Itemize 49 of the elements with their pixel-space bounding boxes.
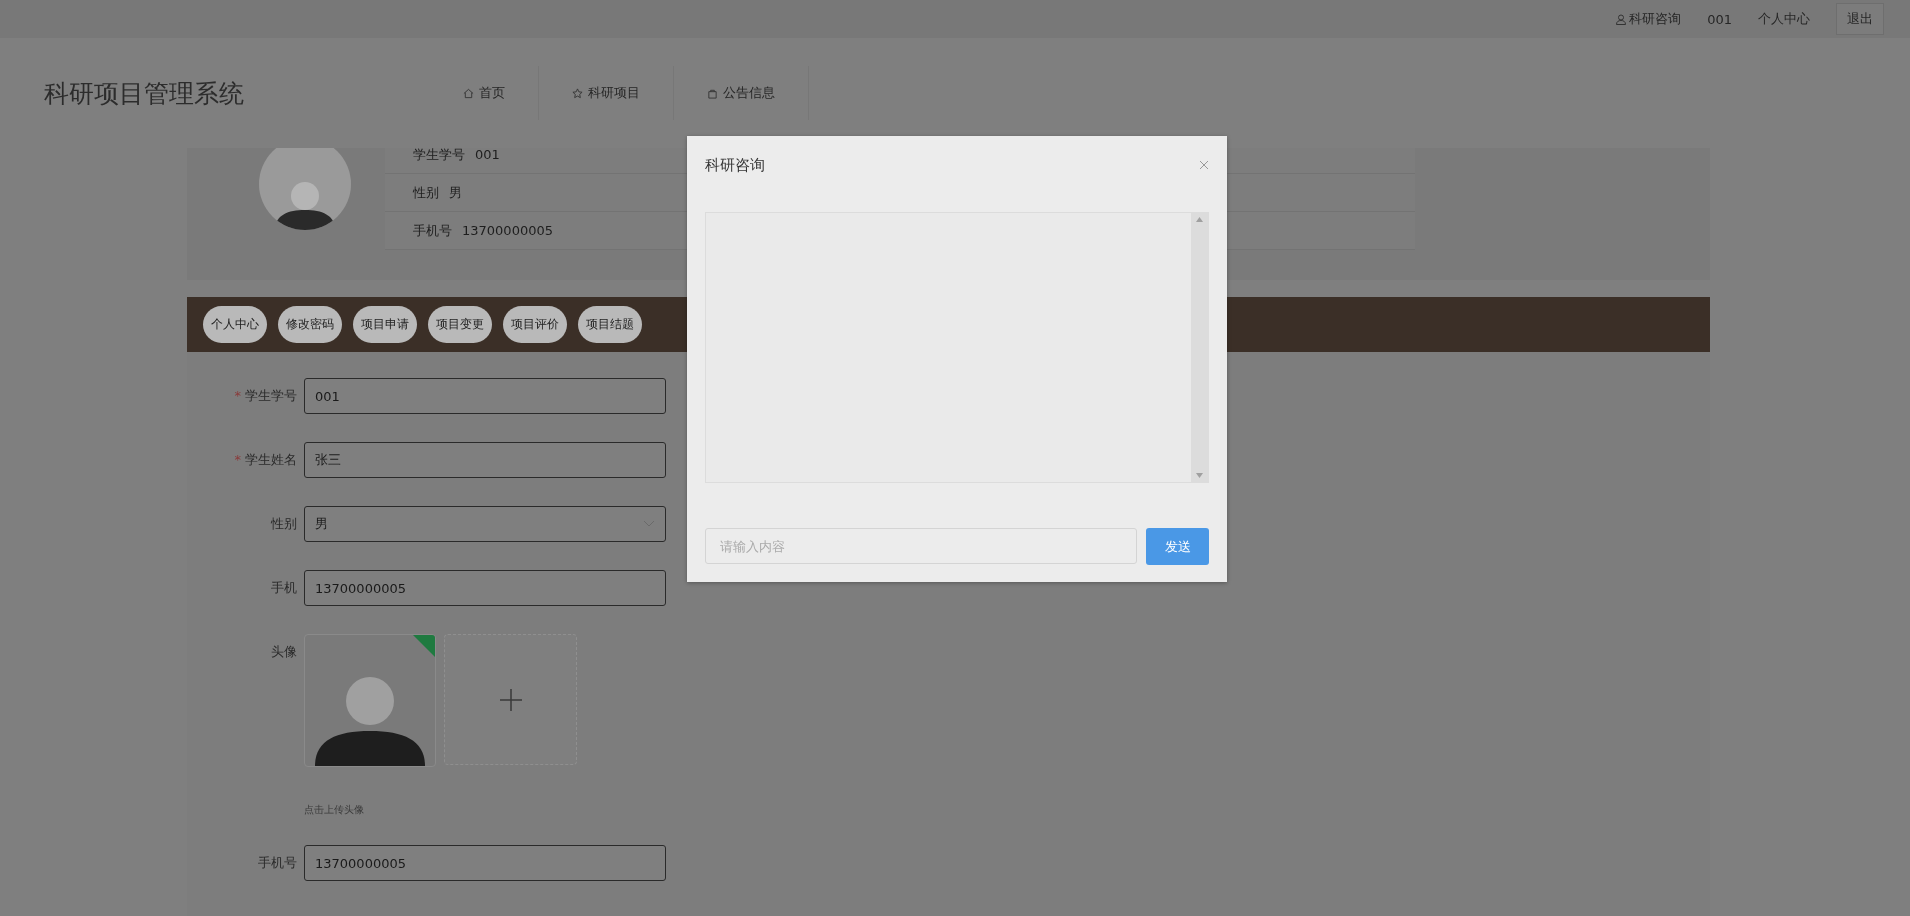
info-label: 性别 xyxy=(413,183,439,202)
tab[interactable]: 项目评价 xyxy=(503,306,567,343)
info-value: 13700000005 xyxy=(462,223,553,238)
nav-label: 公告信息 xyxy=(723,84,775,102)
tab[interactable]: 项目申请 xyxy=(353,306,417,343)
message-input[interactable]: 请输入内容 xyxy=(705,528,1137,564)
select-field[interactable]: 男 xyxy=(304,506,666,542)
field-label: * 学生姓名 xyxy=(233,451,298,469)
field-label: 手机 xyxy=(270,579,298,597)
nav-link[interactable]: 首页 xyxy=(430,66,539,120)
scroll-down-icon[interactable] xyxy=(1196,473,1203,478)
tab[interactable]: 项目结题 xyxy=(578,306,642,343)
scroll-up-icon[interactable] xyxy=(1196,217,1203,222)
tab[interactable]: 项目变更 xyxy=(428,306,492,343)
tab[interactable]: 个人中心 xyxy=(203,306,267,343)
dialog-title: 科研咨询 xyxy=(705,155,765,175)
input-field[interactable]: 13700000005 xyxy=(304,570,666,606)
star-icon xyxy=(572,87,583,99)
top-link[interactable]: 001 xyxy=(1707,11,1732,27)
input-field[interactable]: 001 xyxy=(304,378,666,414)
field-label: 性别 xyxy=(270,515,298,533)
input-field[interactable]: 13700000005 xyxy=(304,845,666,881)
info-label: 学生学号 xyxy=(413,148,465,164)
tab[interactable]: 修改密码 xyxy=(278,306,342,343)
close-icon xyxy=(1199,160,1209,170)
top-link[interactable]: 个人中心 xyxy=(1758,10,1810,28)
home-icon xyxy=(463,87,474,99)
user-icon xyxy=(1616,13,1627,25)
close-button[interactable] xyxy=(1199,160,1209,170)
info-value: 男 xyxy=(449,183,462,202)
bag-icon xyxy=(707,87,718,99)
plus-icon xyxy=(499,688,522,711)
info-value: 001 xyxy=(475,148,500,162)
logout-button[interactable]: 退出 xyxy=(1836,3,1884,35)
input-field[interactable]: 张三 xyxy=(304,442,666,478)
link-label: 科研咨询 xyxy=(1629,10,1682,28)
nav-label: 首页 xyxy=(479,84,505,102)
nav-link[interactable]: 科研项目 xyxy=(539,66,674,120)
field-label: 头像 xyxy=(270,643,298,661)
field-label: * 学生学号 xyxy=(233,387,298,405)
scrollbar[interactable] xyxy=(1191,213,1208,482)
upload-button[interactable] xyxy=(444,634,577,765)
site-title: 科研项目管理系统 xyxy=(44,77,245,110)
nav-label: 科研项目 xyxy=(588,84,640,102)
send-button[interactable]: 发送 xyxy=(1146,528,1209,565)
field-label: 手机号 xyxy=(257,854,298,872)
top-link[interactable]: 科研咨询 xyxy=(1616,10,1682,28)
nav-link[interactable]: 公告信息 xyxy=(674,66,809,120)
info-label: 手机号 xyxy=(413,221,452,240)
